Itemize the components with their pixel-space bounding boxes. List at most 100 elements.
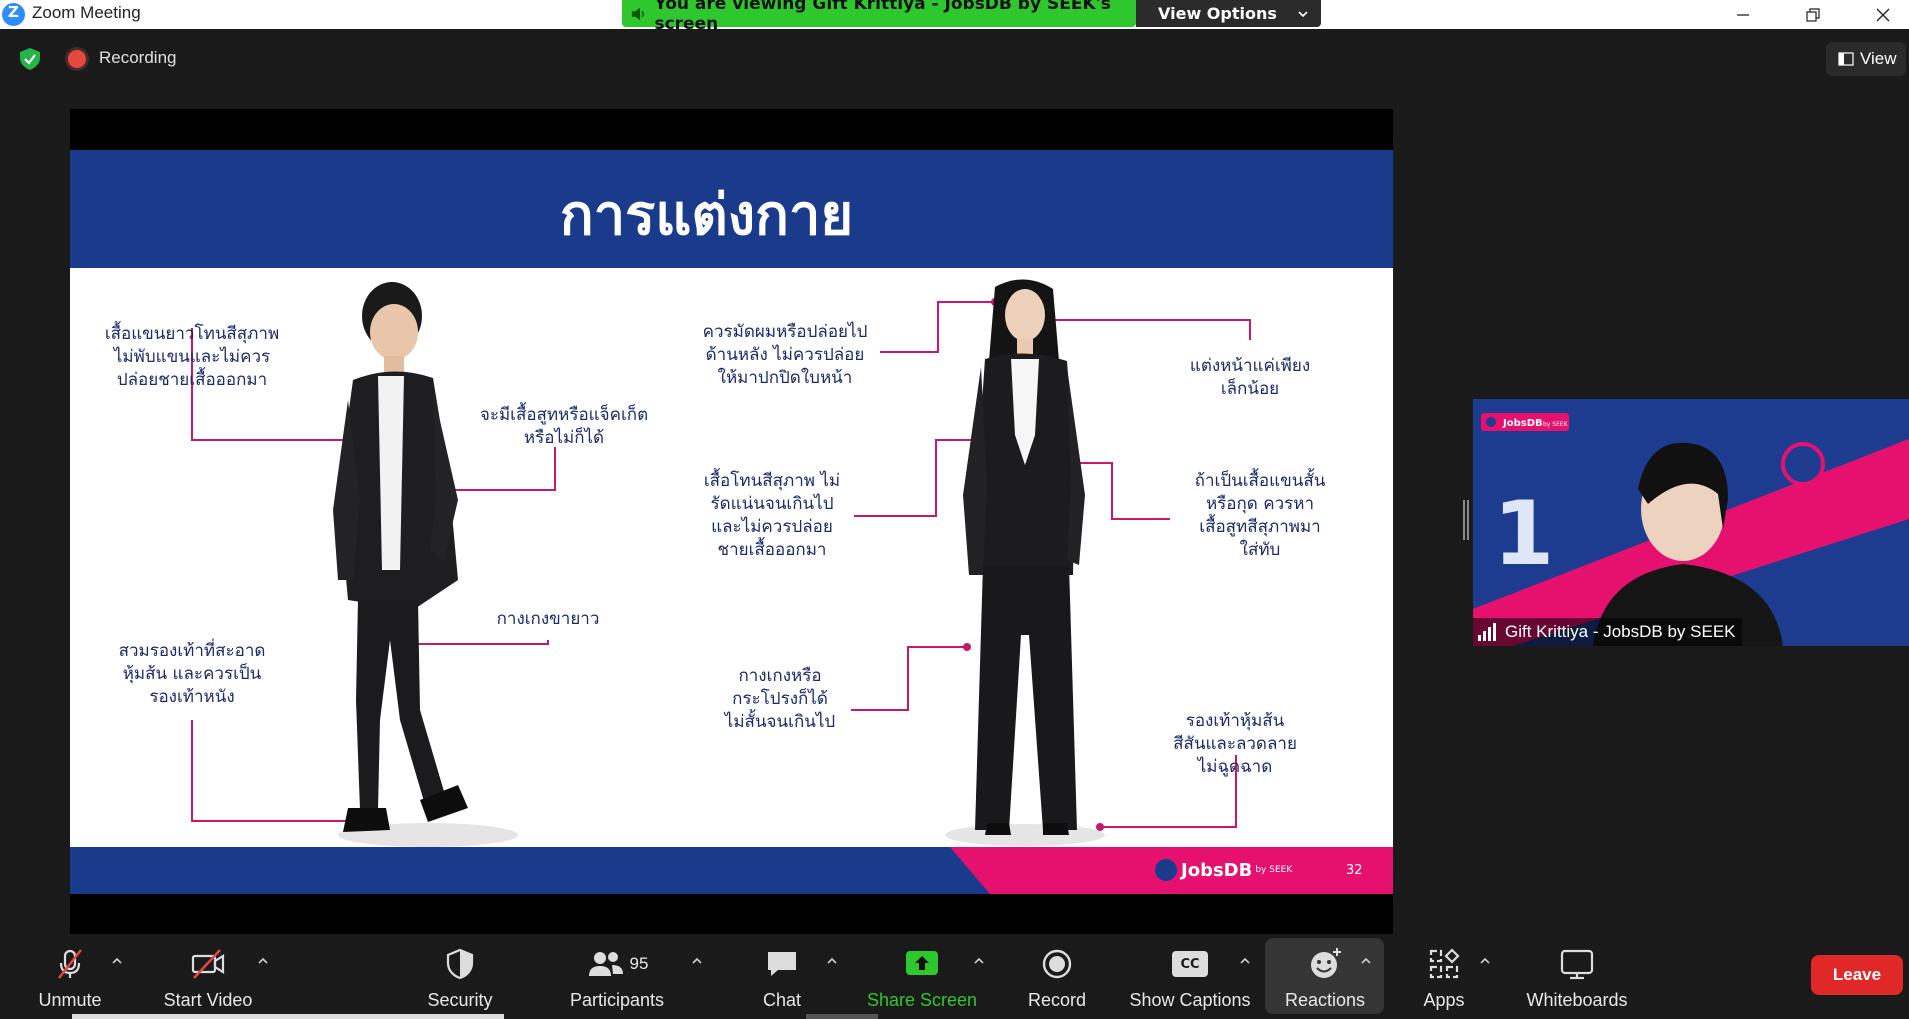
muted-microphone-icon (58, 949, 82, 979)
share-options-chevron-icon[interactable] (972, 954, 986, 968)
label-pants-or-skirt: กางเกงหรือ กระโปรงก็ได้ ไม่สั้นจนเกินไป (710, 665, 850, 734)
video-brand-text: JobsDB (1502, 418, 1543, 429)
close-button[interactable] (1860, 0, 1906, 29)
share-screen-icon (906, 951, 938, 975)
male-figure-image (333, 282, 518, 847)
label-line: เสื้อสูทสีสุภาพมา (1199, 517, 1321, 537)
label-long-pants: กางเกงขายาว (480, 608, 616, 631)
participants-options-chevron-icon[interactable] (690, 954, 704, 968)
apps-icon (1429, 948, 1460, 979)
record-button[interactable]: Record (1020, 938, 1094, 1019)
captions-icon: CC (1172, 946, 1208, 982)
label-line: ใส่ทับ (1239, 540, 1281, 560)
label-hair-tied: ควรมัดผมหรือปล่อยไป ด้านหลัง ไม่ควรปล่อย… (690, 321, 880, 390)
chat-options-chevron-icon[interactable] (825, 954, 839, 968)
minimize-icon (1737, 13, 1749, 16)
recording-indicator-icon (68, 50, 86, 68)
apps-options-chevron-icon[interactable] (1478, 954, 1492, 968)
slide-page-number: 32 (1346, 863, 1363, 878)
participant-video[interactable]: JobsDB by SEEK 1 Gift Krittiya - JobsDB … (1473, 399, 1909, 646)
participants-icon-row: 95 (586, 946, 649, 982)
record-label: Record (1027, 990, 1087, 1010)
participants-label: Participants (569, 990, 665, 1010)
shared-screen: การแต่งกาย เสื้อแขนยาวโทนสีสุภาพ ไม่พับแ… (70, 109, 1393, 934)
label-long-sleeve-shirt: เสื้อแขนยาวโทนสีสุภาพ ไม่พับแขนและไม่ควร… (90, 323, 294, 392)
label-line: ด้านหลัง ไม่ควรปล่อย (705, 345, 865, 365)
start-video-button[interactable]: Start Video (158, 938, 258, 1019)
label-line: กระโปรงก็ได้ (732, 689, 828, 709)
zoom-logo-icon (2, 3, 25, 26)
participants-count: 95 (629, 954, 649, 973)
view-label: View (1860, 49, 1897, 68)
label-line: หรือไม่ก็ได้ (523, 428, 605, 448)
label-line: หรือกุด ควรหา (1205, 494, 1315, 514)
participant-name-bar: Gift Krittiya - JobsDB by SEEK (1473, 618, 1742, 646)
show-captions-button[interactable]: CC Show Captions (1128, 938, 1252, 1019)
toolbar-scroll-indicator (72, 1014, 504, 1019)
share-screen-label: Share Screen (866, 990, 978, 1010)
label-line: รองเท้าหุ้มส้น (1185, 711, 1285, 731)
security-button[interactable]: Security (418, 938, 502, 1019)
record-icon (1042, 949, 1072, 979)
label-line: ชายเสื้อออกมา (717, 540, 827, 560)
label-line: ไม่ฉูดฉาด (1197, 757, 1273, 777)
recording-label: Recording (99, 48, 177, 67)
jobsdb-logo-icon (1155, 859, 1177, 881)
label-line: ปล่อยชายเสื้อออกมา (116, 370, 268, 390)
security-label: Security (427, 990, 493, 1010)
signal-strength-icon (1478, 623, 1496, 641)
video-options-chevron-icon[interactable] (256, 954, 270, 968)
encryption-shield-icon[interactable] (18, 47, 42, 71)
minimize-button[interactable] (1720, 0, 1766, 29)
reactions-options-chevron-icon[interactable] (1359, 954, 1373, 968)
view-button[interactable]: View (1826, 42, 1906, 76)
leave-button[interactable]: Leave (1811, 955, 1903, 995)
label-light-makeup: แต่งหน้าแค่เพียง เล็กน้อย (1180, 355, 1320, 401)
viewing-banner: You are viewing Gift Krittiya - JobsDB b… (622, 0, 1136, 34)
chat-label: Chat (762, 990, 802, 1010)
view-layout-icon (1838, 52, 1854, 66)
label-line: แต่งหน้าแค่เพียง (1189, 356, 1311, 376)
apps-button[interactable]: Apps (1418, 938, 1470, 1019)
apps-label: Apps (1423, 990, 1465, 1010)
label-line: ควรมัดผมหรือปล่อยไป (702, 322, 868, 342)
jobsdb-logo-name: JobsDB (1181, 859, 1253, 881)
jobsdb-logo: JobsDB by SEEK (1155, 859, 1292, 881)
label-line: หุ้มส้น และควรเป็น (122, 664, 262, 684)
label-line: สวมรองเท้าที่สะอาด (118, 641, 266, 661)
show-captions-label: Show Captions (1129, 990, 1251, 1010)
label-suit-jacket: จะมีเสื้อสูทหรือแจ็คเก็ต หรือไม่ก็ได้ (470, 404, 658, 450)
label-line: รัดแน่นจนเกินไป (710, 494, 834, 514)
viewing-banner-text: You are viewing Gift Krittiya - JobsDB b… (654, 0, 1111, 34)
label-line: เสื้อแขนยาวโทนสีสุภาพ (104, 324, 280, 344)
captions-options-chevron-icon[interactable] (1238, 954, 1252, 968)
label-line: กางเกงหรือ (738, 666, 822, 686)
label-leather-shoes: สวมรองเท้าที่สะอาด หุ้มส้น และควรเป็น รอ… (100, 640, 284, 709)
chat-button[interactable]: Chat (752, 938, 812, 1019)
close-icon (1876, 8, 1890, 21)
label-line: ถ้าเป็นเสื้อแขนสั้น (1194, 471, 1326, 491)
toolbar-scroll-indicator-secondary (806, 1014, 878, 1019)
whiteboards-label: Whiteboards (1526, 990, 1628, 1010)
whiteboards-button[interactable]: Whiteboards (1522, 938, 1632, 1019)
label-line: ไม่พับแขนและไม่ควร (113, 347, 271, 367)
label-line: และไม่ควรปล่อย (711, 517, 833, 537)
cc-icon-text: CC (1172, 951, 1208, 977)
unmute-button[interactable]: Unmute (30, 938, 110, 1019)
female-figure-image (945, 279, 1105, 846)
reactions-button[interactable]: Reactions (1280, 938, 1370, 1019)
restore-button[interactable] (1790, 0, 1836, 29)
view-options-button[interactable]: View Options (1136, 0, 1321, 27)
whiteboard-icon (1560, 949, 1594, 980)
speaker-icon (631, 7, 644, 20)
panel-resize-handle[interactable] (1463, 500, 1469, 540)
reactions-smiley-icon (1311, 948, 1341, 978)
jobsdb-logo-by: by SEEK (1255, 865, 1293, 875)
security-shield-icon (446, 948, 474, 980)
participants-button[interactable]: 95 Participants (566, 938, 668, 1019)
label-short-sleeve-cover: ถ้าเป็นเสื้อแขนสั้น หรือกุด ควรหา เสื้อส… (1170, 470, 1350, 562)
share-screen-button[interactable]: Share Screen (866, 938, 978, 1019)
audio-options-chevron-icon[interactable] (110, 954, 124, 968)
label-closed-heel-shoes: รองเท้าหุ้มส้น สีสันและลวดลาย ไม่ฉูดฉาด (1160, 710, 1310, 779)
chevron-down-icon (1298, 11, 1308, 18)
